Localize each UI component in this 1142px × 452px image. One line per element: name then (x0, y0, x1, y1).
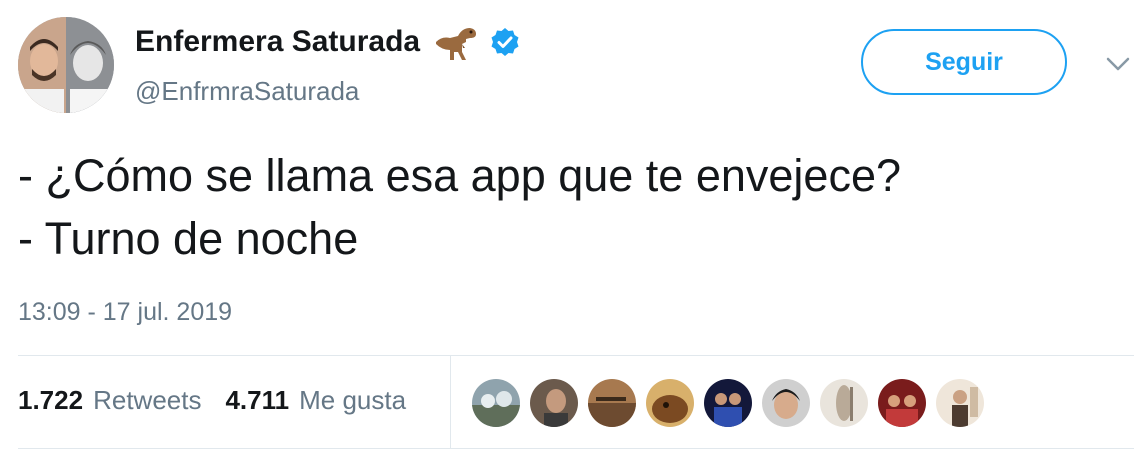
liker-avatar[interactable] (530, 379, 578, 427)
retweets-label: Retweets (93, 385, 202, 415)
retweets-stat[interactable]: 1.722 Retweets (18, 385, 201, 416)
likes-stat[interactable]: 4.711 Me gusta (225, 385, 406, 416)
divider (18, 355, 1134, 356)
liker-avatar[interactable] (762, 379, 810, 427)
stats-separator (450, 356, 451, 448)
retweets-count: 1.722 (18, 385, 84, 415)
avatar-image (18, 17, 114, 113)
chevron-down-icon[interactable] (1104, 54, 1132, 74)
liker-avatar[interactable] (878, 379, 926, 427)
tweet-line: - ¿Cómo se llama esa app que te envejece… (18, 150, 901, 201)
tweet-text: - ¿Cómo se llama esa app que te envejece… (18, 144, 901, 270)
profile-avatar[interactable] (18, 17, 114, 113)
author-display-name[interactable]: Enfermera Saturada (135, 25, 420, 59)
liker-avatar[interactable] (936, 379, 984, 427)
tweet-line: - Turno de noche (18, 213, 359, 264)
verified-badge-icon (491, 28, 519, 56)
t-rex-emoji-icon (436, 28, 477, 60)
tweet-timestamp[interactable]: 13:09 - 17 jul. 2019 (18, 298, 232, 327)
liker-avatar[interactable] (472, 379, 520, 427)
author-name-row: Enfermera Saturada (135, 22, 520, 62)
likes-label: Me gusta (299, 385, 407, 415)
liker-avatar[interactable] (646, 379, 694, 427)
tweet-stats: 1.722 Retweets 4.711 Me gusta (18, 385, 406, 416)
divider (18, 448, 1134, 449)
likes-count: 4.711 (225, 385, 290, 415)
author-handle[interactable]: @EnfrmraSaturada (135, 76, 359, 107)
follow-button[interactable]: Seguir (861, 29, 1067, 95)
liker-avatar[interactable] (588, 379, 636, 427)
liker-avatar[interactable] (704, 379, 752, 427)
liker-avatar[interactable] (820, 379, 868, 427)
liker-avatars (472, 379, 984, 427)
